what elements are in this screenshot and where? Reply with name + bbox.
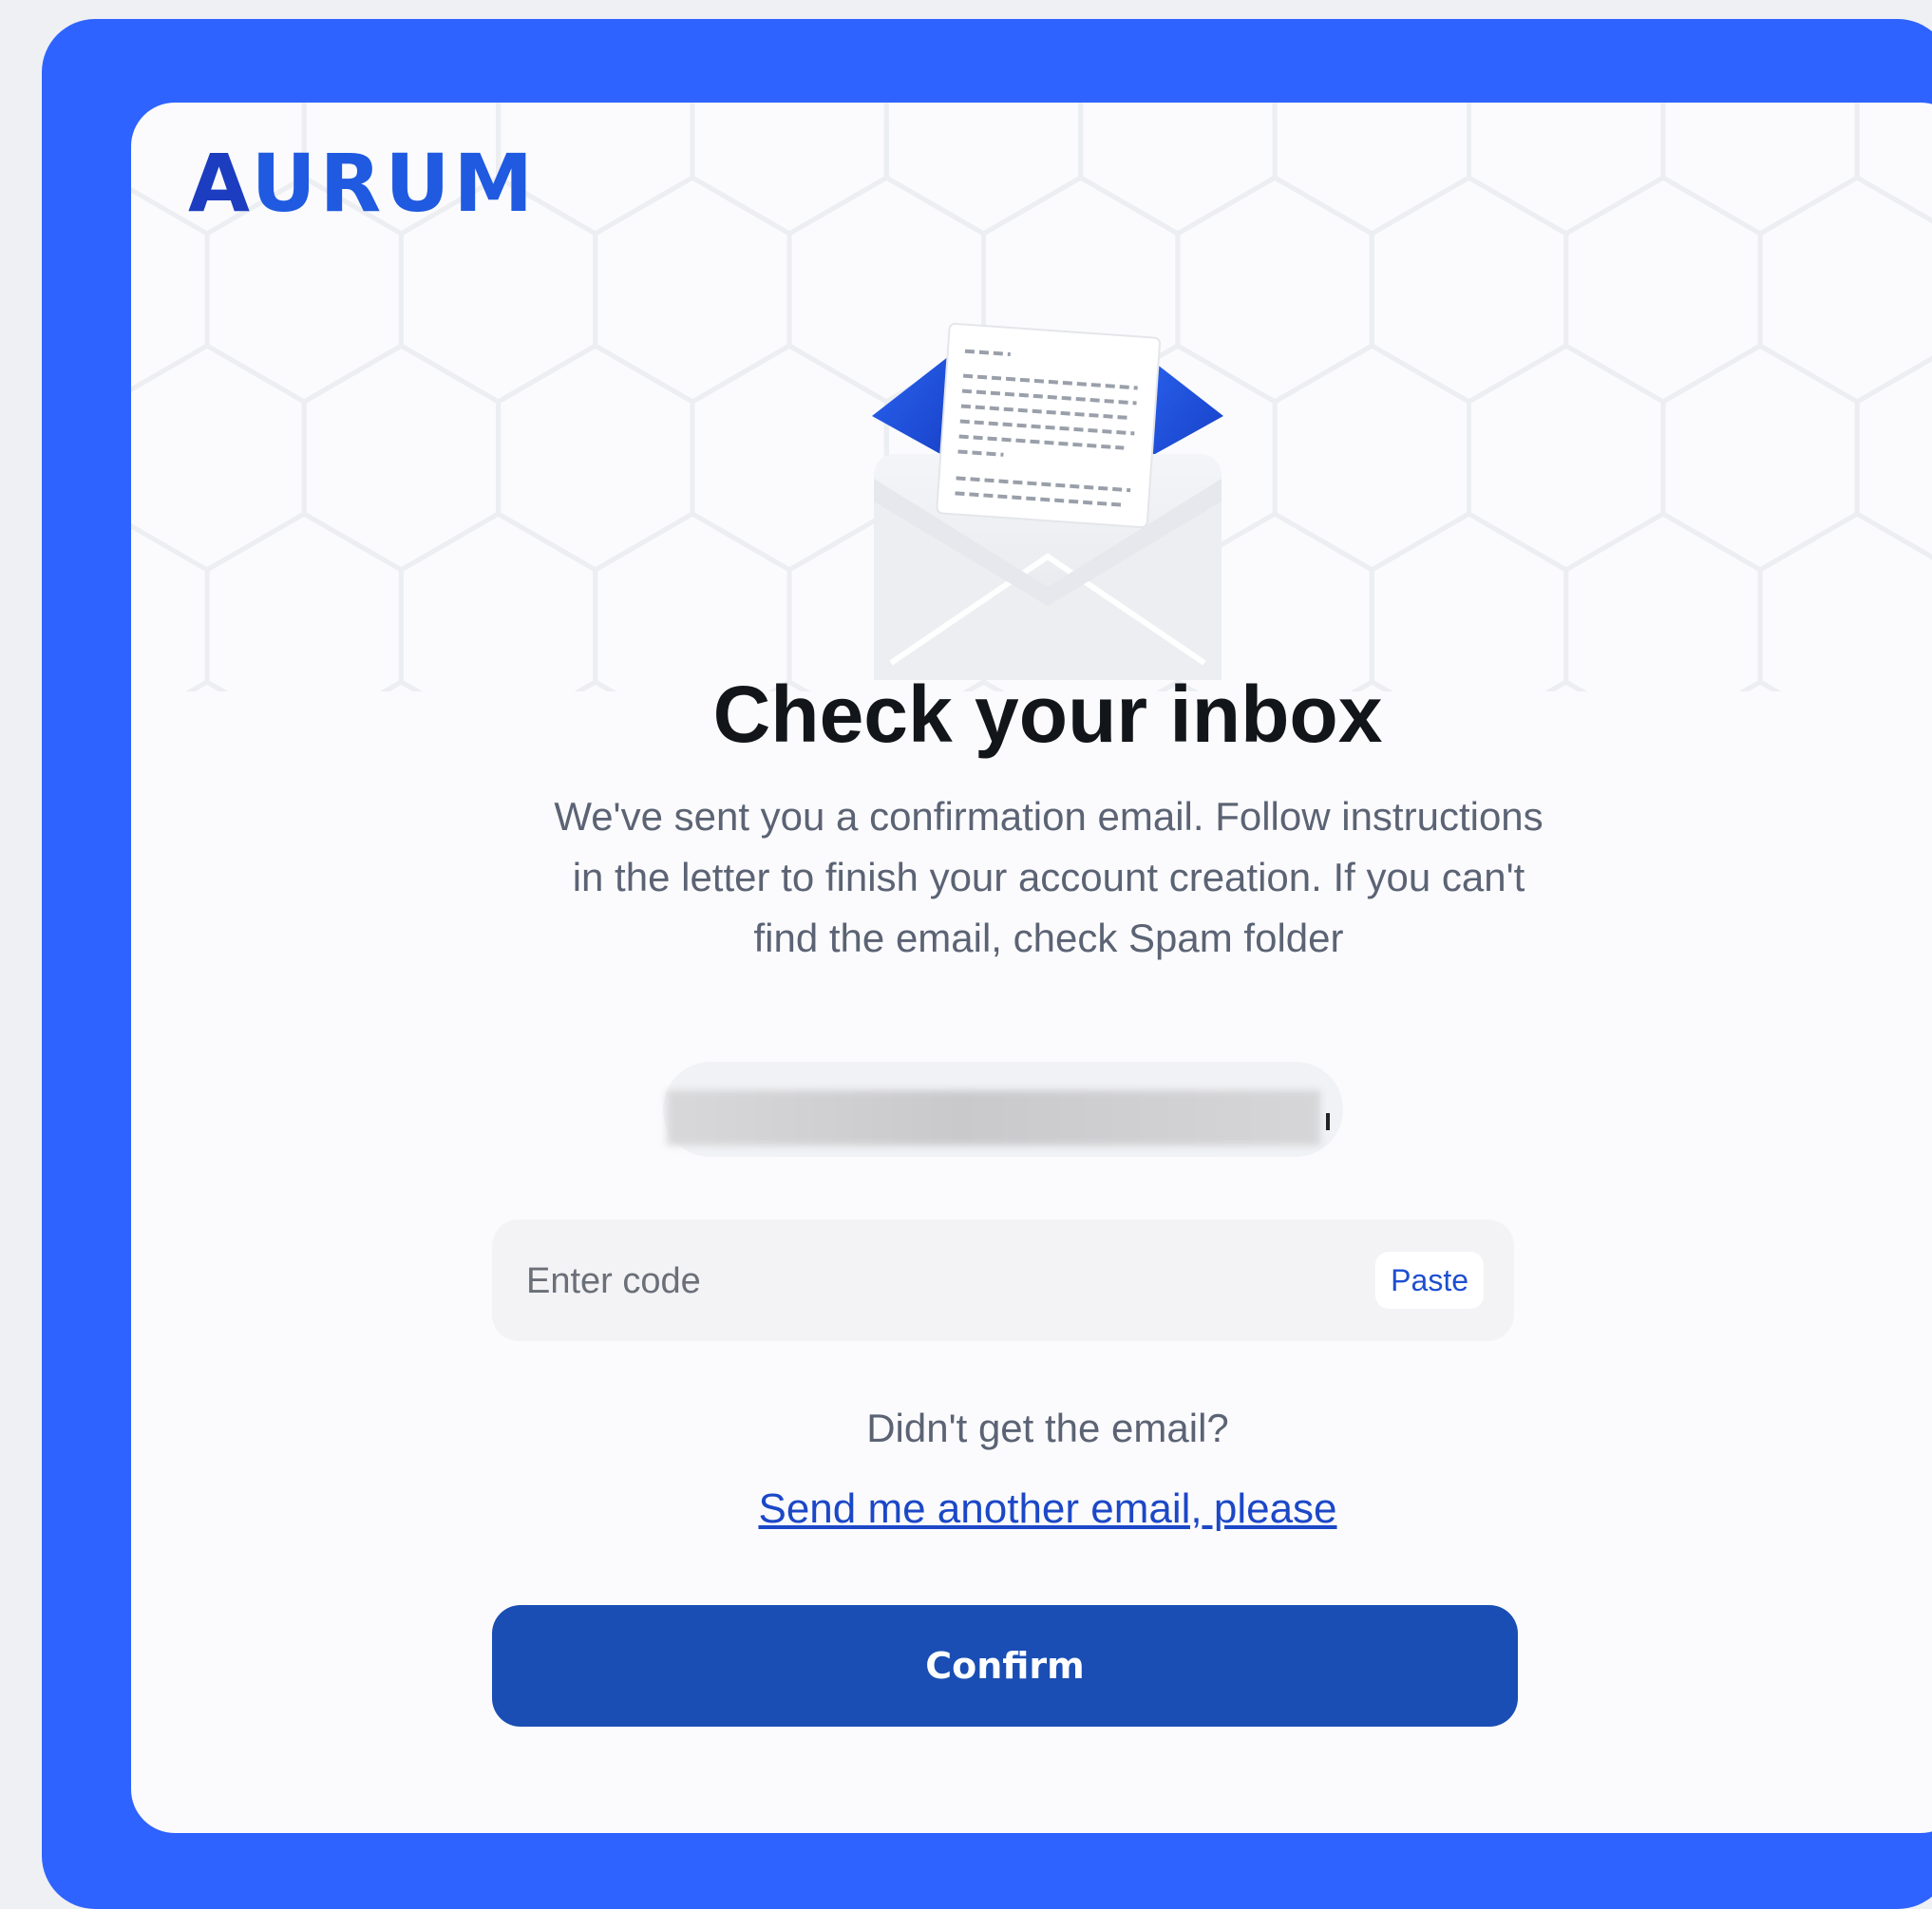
aurum-logo: AURUM [188, 137, 538, 230]
open-envelope-with-letter-icon [872, 322, 1223, 680]
resend-email-link[interactable]: Send me another email, please [131, 1485, 1932, 1533]
code-input-container: Paste [492, 1219, 1514, 1341]
verification-card: AURUM Check your inbox We've sent you a … [131, 103, 1932, 1833]
page-title: Check your inbox [712, 670, 1383, 759]
email-address-redacted [667, 1090, 1320, 1145]
blue-frame: AURUM Check your inbox We've sent you a … [42, 19, 1932, 1909]
email-address-chip [663, 1062, 1343, 1157]
text-cursor [1326, 1113, 1330, 1130]
code-input[interactable] [524, 1242, 1316, 1320]
confirm-button[interactable]: Confirm [492, 1605, 1518, 1727]
resend-question: Didn't get the email? [866, 1406, 1229, 1450]
confirmation-description: We've sent you a confirmation email. Fol… [554, 794, 1544, 960]
paste-button[interactable]: Paste [1375, 1252, 1484, 1309]
